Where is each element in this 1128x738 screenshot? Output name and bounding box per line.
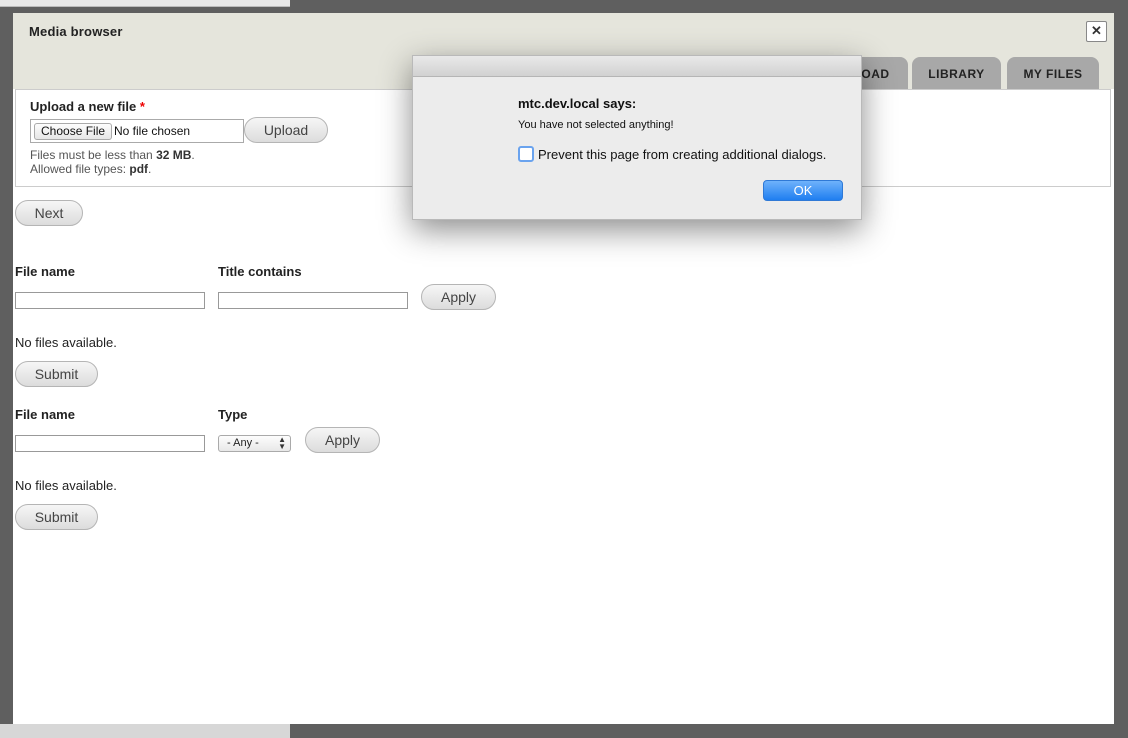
required-marker: * xyxy=(139,99,145,114)
prevent-dialogs-checkbox[interactable] xyxy=(518,146,534,162)
prevent-dialogs-label[interactable]: Prevent this page from creating addition… xyxy=(538,147,826,162)
alert-message: You have not selected anything! xyxy=(518,119,674,131)
tab-library-label: LIBRARY xyxy=(928,67,985,81)
library-empty-text: No files available. xyxy=(15,335,117,350)
upload-button[interactable]: Upload xyxy=(244,117,328,143)
choose-file-button[interactable]: Choose File xyxy=(34,123,113,140)
upload-field-label: Upload a new file * xyxy=(30,99,145,114)
modal-title: Media browser xyxy=(29,24,123,39)
myfiles-empty-text: No files available. xyxy=(15,478,117,493)
alert-titlebar xyxy=(413,56,861,77)
myfiles-file-name-label: File name xyxy=(15,407,75,422)
library-submit-button[interactable]: Submit xyxy=(15,361,98,387)
size-hint: Files must be less than 32 MB. xyxy=(30,148,195,162)
myfiles-file-name-input[interactable] xyxy=(15,435,205,452)
background-page-strip xyxy=(0,0,290,7)
types-hint: Allowed file types: pdf. xyxy=(30,162,152,176)
title-contains-input[interactable] xyxy=(218,292,408,309)
background-page-strip-bottom xyxy=(0,724,290,738)
alert-heading: mtc.dev.local says: xyxy=(518,96,637,111)
ok-button[interactable]: OK xyxy=(763,180,843,201)
tab-library[interactable]: LIBRARY xyxy=(912,57,1001,89)
close-button[interactable]: ✕ xyxy=(1086,21,1107,42)
no-file-chosen-text: No file chosen xyxy=(114,124,191,138)
myfiles-submit-button[interactable]: Submit xyxy=(15,504,98,530)
type-select[interactable]: - Any - ▲ ▼ xyxy=(218,435,291,452)
myfiles-apply-button[interactable]: Apply xyxy=(305,427,380,453)
close-icon: ✕ xyxy=(1091,23,1102,38)
library-file-name-input[interactable] xyxy=(15,292,205,309)
type-label: Type xyxy=(218,407,248,422)
library-file-name-label: File name xyxy=(15,264,75,279)
select-arrows-icon: ▲ ▼ xyxy=(278,435,286,451)
file-input[interactable]: Choose File No file chosen xyxy=(30,119,244,143)
next-button[interactable]: Next xyxy=(15,200,83,226)
title-contains-label: Title contains xyxy=(218,264,302,279)
tab-my-files-label: MY FILES xyxy=(1023,67,1083,81)
library-apply-button[interactable]: Apply xyxy=(421,284,496,310)
tab-my-files[interactable]: MY FILES xyxy=(1007,57,1099,89)
alert-dialog: mtc.dev.local says: You have not selecte… xyxy=(412,55,862,220)
type-select-value: - Any - xyxy=(227,437,259,449)
tab-upload-label: OAD xyxy=(861,67,890,81)
